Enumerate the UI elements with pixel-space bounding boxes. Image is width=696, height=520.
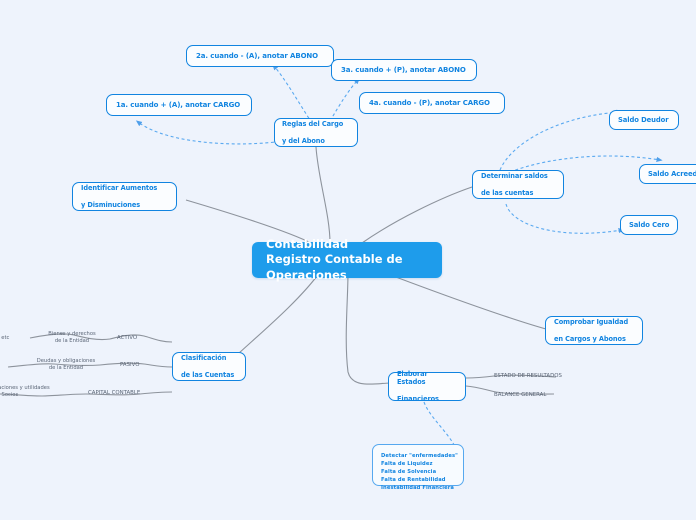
node-regla-1[interactable]: 1a. cuando + (A), anotar CARGO bbox=[106, 94, 252, 116]
node-elaborar-line1: Elaborar Estados bbox=[397, 370, 428, 387]
wire-reglas-regla3 bbox=[329, 78, 360, 122]
label-pasivo-description: Deudas y obligaciones de la Entidad bbox=[22, 358, 110, 372]
node-comprobar-line1: Comprobar Igualdad bbox=[554, 318, 629, 327]
node-reglas-line1: Reglas del Cargo bbox=[282, 120, 344, 129]
note-line-3: Falta de Solvencia bbox=[381, 469, 437, 476]
label-balance-general: BALANCE GENERAL bbox=[494, 392, 547, 398]
wire-center-determinar bbox=[361, 186, 473, 244]
note-line-1: Detectar "enfermedades" bbox=[381, 453, 458, 459]
label-capital-contable: CAPITAL CONTABLE bbox=[88, 390, 141, 396]
node-saldo-cero-label: Saldo Cero bbox=[629, 220, 670, 229]
node-clasificacion-cuentas[interactable]: Clasificación de las Cuentas bbox=[172, 352, 246, 381]
wire-reglas-regla2 bbox=[272, 63, 313, 124]
node-saldo-cero[interactable]: Saldo Cero bbox=[620, 215, 678, 235]
node-regla-4[interactable]: 4a. cuando - (P), anotar CARGO bbox=[359, 92, 505, 114]
note-line-5: Inestabilidad Financiera bbox=[381, 485, 455, 492]
node-saldo-deudor-label: Saldo Deudor bbox=[618, 115, 669, 124]
node-clasificacion-line2: de las Cuentas bbox=[181, 370, 235, 379]
wire-center-elaborar bbox=[345, 271, 390, 385]
label-activo-extra: , etc bbox=[0, 335, 10, 341]
node-comprobar-igualdad[interactable]: Comprobar Igualdad en Cargos y Abonos bbox=[545, 316, 643, 345]
central-topic-node[interactable]: Contabilidad Registro Contable de Operac… bbox=[252, 237, 442, 282]
node-elaborar-line2: Financieros bbox=[397, 394, 439, 403]
label-activo-desc-line1: Bienes y derechos bbox=[48, 331, 96, 337]
node-identificar-aumentos[interactable]: Identificar Aumentos y Disminuciones bbox=[72, 182, 177, 211]
label-pasivo: PASIVO bbox=[120, 362, 140, 368]
label-activo: ACTIVO bbox=[117, 335, 138, 341]
node-reglas-cargo-abono[interactable]: Reglas del Cargo y del Abono bbox=[274, 118, 358, 147]
node-comprobar-line2: en Cargos y Abonos bbox=[554, 334, 626, 343]
node-determinar-line1: Determinar saldos bbox=[481, 172, 548, 181]
note-line-4: Falta de Rentabilidad bbox=[381, 477, 446, 484]
label-capital-desc-line2: os Socios bbox=[0, 391, 19, 398]
central-topic-line1: Contabilidad bbox=[266, 237, 349, 252]
node-saldo-deudor[interactable]: Saldo Deudor bbox=[609, 110, 679, 130]
label-pasivo-desc-line2: de la Entidad bbox=[48, 364, 84, 371]
node-clasificacion-line1: Clasificación bbox=[181, 354, 227, 363]
label-activo-description: Bienes y derechos de la Entidad bbox=[34, 331, 110, 345]
node-determinar-saldos[interactable]: Determinar saldos de las cuentas bbox=[472, 170, 564, 199]
node-saldo-acreedor-label: Saldo Acreedor bbox=[648, 169, 696, 178]
node-regla-4-label: 4a. cuando - (P), anotar CARGO bbox=[369, 98, 490, 107]
wire-determinar-deudor bbox=[499, 109, 623, 171]
label-capital-description: rtaciones y utilidades os Socios bbox=[0, 385, 84, 399]
node-regla-2[interactable]: 2a. cuando - (A), anotar ABONO bbox=[186, 45, 334, 67]
node-determinar-line2: de las cuentas bbox=[481, 188, 534, 197]
wire-determinar-cero bbox=[505, 203, 625, 234]
node-identificar-line2: y Disminuciones bbox=[81, 200, 141, 209]
node-elaborar-estados-financieros[interactable]: Elaborar Estados Financieros bbox=[388, 370, 466, 403]
node-regla-3[interactable]: 3a. cuando + (P), anotar ABONO bbox=[331, 59, 477, 81]
node-identificar-line1: Identificar Aumentos bbox=[81, 184, 158, 193]
central-topic-line2: Registro Contable de Operaciones bbox=[266, 252, 403, 282]
note-line-2: Falta de Liquidez bbox=[381, 461, 433, 468]
wire-reglas-regla1 bbox=[135, 120, 297, 145]
label-activo-desc-line2: de la Entidad bbox=[54, 337, 90, 344]
node-saldo-acreedor[interactable]: Saldo Acreedor bbox=[639, 164, 696, 184]
node-reglas-line2: y del Abono bbox=[282, 136, 325, 145]
node-regla-2-label: 2a. cuando - (A), anotar ABONO bbox=[196, 51, 319, 60]
label-estado-de-resultados: ESTADO DE RESULTADOS bbox=[494, 373, 562, 379]
node-regla-3-label: 3a. cuando + (P), anotar ABONO bbox=[341, 65, 466, 74]
node-regla-1-label: 1a. cuando + (A), anotar CARGO bbox=[116, 100, 241, 109]
wire-center-reglas bbox=[315, 146, 331, 244]
mindmap-canvas: Contabilidad Registro Contable de Operac… bbox=[0, 0, 696, 520]
label-pasivo-desc-line1: Deudas y obligaciones bbox=[36, 358, 96, 364]
label-capital-desc-line1: rtaciones y utilidades bbox=[0, 385, 50, 391]
note-box-detectar-enfermedades[interactable]: Detectar "enfermedades" Falta de Liquide… bbox=[372, 444, 464, 491]
